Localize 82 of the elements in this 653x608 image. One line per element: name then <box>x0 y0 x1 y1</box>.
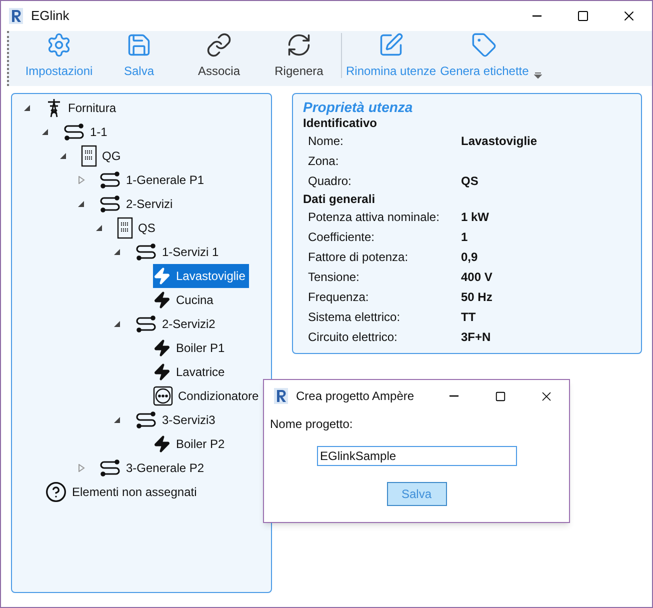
refresh-icon <box>286 32 312 58</box>
property-label: Potenza attiva nominale: <box>308 209 440 226</box>
expanded-arrow-icon[interactable] <box>24 104 30 112</box>
collapsed-arrow-icon[interactable] <box>78 464 84 472</box>
chain-link-icon <box>206 32 232 58</box>
toolbar-button[interactable]: Rigenera <box>259 32 339 80</box>
gear-icon <box>46 32 72 58</box>
maximize-icon <box>494 390 506 402</box>
tree-item[interactable]: Boiler P2 <box>153 432 229 456</box>
circuit-line-icon <box>135 315 157 333</box>
app-logo-icon <box>9 8 23 24</box>
property-value: TT <box>461 309 476 326</box>
collapsed-arrow-icon[interactable] <box>78 176 84 184</box>
circuit-line-icon <box>99 459 121 477</box>
property-value: 1 kW <box>461 209 490 226</box>
property-label: Fattore di potenza: <box>308 249 410 266</box>
tree-item[interactable]: 2-Servizi <box>99 192 177 216</box>
expanded-arrow-icon[interactable] <box>42 128 48 136</box>
tree-item[interactable]: Lavastoviglie <box>153 264 250 288</box>
lightning-icon <box>153 291 171 309</box>
property-label: Zona: <box>308 153 340 170</box>
tree-item[interactable]: 1-Servizi 1 <box>135 240 223 264</box>
tree-item[interactable]: Elementi non assegnati <box>45 480 201 504</box>
lightning-icon <box>153 339 171 357</box>
property-label: Tensione: <box>308 269 360 286</box>
tree-item[interactable]: Lavatrice <box>153 360 229 384</box>
property-label: Nome: <box>308 133 344 150</box>
tree-item[interactable]: QG <box>81 144 125 168</box>
switchboard-icon <box>117 217 133 239</box>
dialog-title: Crea progetto Ampère <box>296 388 414 405</box>
property-label: Sistema elettrico: <box>308 309 402 326</box>
section-heading: Identificativo <box>303 116 378 131</box>
tree-item[interactable]: QS <box>117 216 160 240</box>
section-heading: Dati generali <box>303 192 376 207</box>
tree-item[interactable]: 1-1 <box>63 120 112 144</box>
property-value: 400 V <box>461 269 492 286</box>
tree-item[interactable]: Cucina <box>153 288 218 312</box>
property-value: 0,9 <box>461 249 478 266</box>
toolbar-button[interactable]: Associa <box>179 32 259 80</box>
expanded-arrow-icon[interactable] <box>96 224 102 232</box>
property-value: 1 <box>461 229 468 246</box>
tree-item[interactable]: 1-Generale P1 <box>99 168 208 192</box>
expanded-arrow-icon[interactable] <box>114 320 120 328</box>
property-label: Frequenza: <box>308 289 370 306</box>
lightning-icon <box>153 435 171 453</box>
question-icon <box>45 481 67 503</box>
tree-item[interactable]: 2-Servizi2 <box>135 312 220 336</box>
expanded-arrow-icon[interactable] <box>114 416 120 424</box>
property-value: Lavastoviglie <box>461 133 538 150</box>
maximize-icon <box>577 10 589 22</box>
tree-item[interactable]: Fornitura <box>45 96 120 120</box>
circuit-line-icon <box>99 171 121 189</box>
socket-icon <box>153 386 173 406</box>
expanded-arrow-icon[interactable] <box>114 248 120 256</box>
pencil-square-icon <box>378 32 404 58</box>
tree-item[interactable]: Boiler P1 <box>153 336 229 360</box>
lightning-icon <box>153 267 171 285</box>
tree-item[interactable]: 3-Servizi3 <box>135 408 220 432</box>
field-label: Nome progetto: <box>269 416 354 433</box>
circuit-line-icon <box>135 411 157 429</box>
property-value: QS <box>461 173 478 190</box>
tag-icon <box>471 32 498 58</box>
circuit-line-icon <box>135 243 157 261</box>
window-title: EGlink <box>31 7 70 26</box>
app-logo-icon <box>274 388 288 404</box>
property-label: Circuito elettrico: <box>308 329 398 346</box>
input-field[interactable]: EGlinkSample <box>317 446 517 466</box>
switchboard-icon <box>81 145 97 167</box>
property-value: 50 Hz <box>461 289 492 306</box>
tree-item[interactable]: Condizionatore <box>153 384 263 408</box>
pylon-icon <box>45 98 63 118</box>
panel-title: Proprietà utenza <box>303 99 414 115</box>
property-label: Quadro: <box>308 173 352 190</box>
property-label: Coefficiente: <box>308 229 376 246</box>
lightning-icon <box>153 363 171 381</box>
expanded-arrow-icon[interactable] <box>60 152 66 160</box>
circuit-line-icon <box>99 195 121 213</box>
property-value: 3F+N <box>461 329 491 346</box>
overflow-caret-icon[interactable] <box>534 72 542 79</box>
tree-item[interactable]: 3-Generale P2 <box>99 456 208 480</box>
expanded-arrow-icon[interactable] <box>78 200 84 208</box>
circuit-line-icon <box>63 123 85 141</box>
